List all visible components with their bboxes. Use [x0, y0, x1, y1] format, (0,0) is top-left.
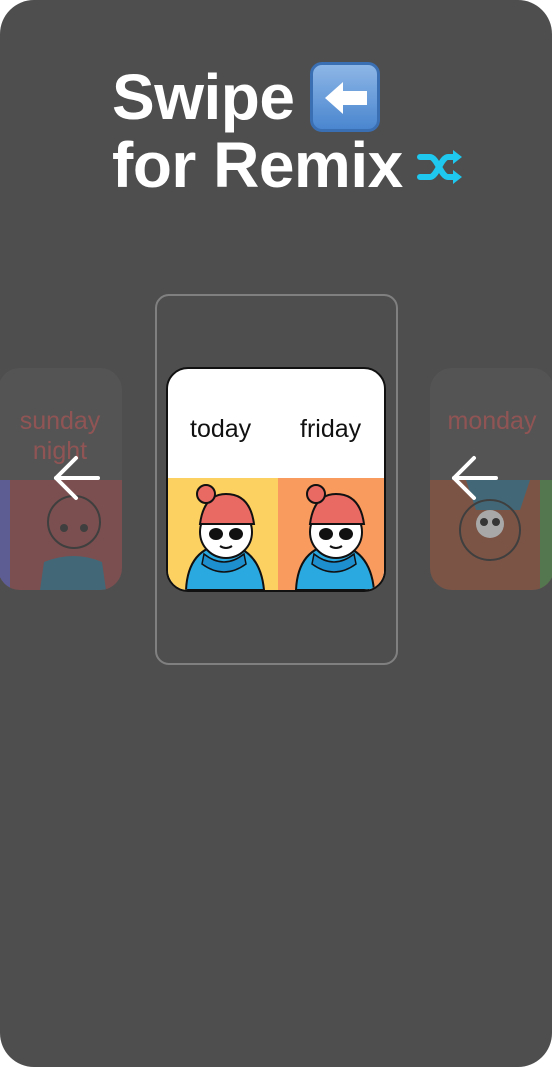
headline-swipe-text: Swipe [112, 61, 295, 133]
headline: Swipe for Remix [112, 62, 463, 198]
headline-remix-text: for Remix [112, 129, 403, 201]
character-illustration-left [184, 484, 266, 590]
current-template-card[interactable]: today friday [166, 367, 386, 592]
headline-line-1: Swipe [112, 62, 463, 132]
meme-panel-right [278, 478, 384, 590]
shuffle-icon [416, 132, 463, 198]
meme-label-right: friday [300, 415, 362, 443]
meme-panel-left [168, 478, 278, 590]
character-illustration-right [294, 484, 376, 590]
swipe-right-arrow-icon [448, 452, 500, 509]
swipe-left-arrow-icon [50, 452, 102, 509]
remix-onboarding-screen: Swipe for Remix sunday night monday toda… [0, 0, 552, 1067]
left-arrow-emoji-icon [310, 62, 381, 132]
meme-label-left: today [190, 415, 252, 443]
headline-line-2: for Remix [112, 132, 463, 198]
next-card-text: monday [447, 407, 537, 435]
